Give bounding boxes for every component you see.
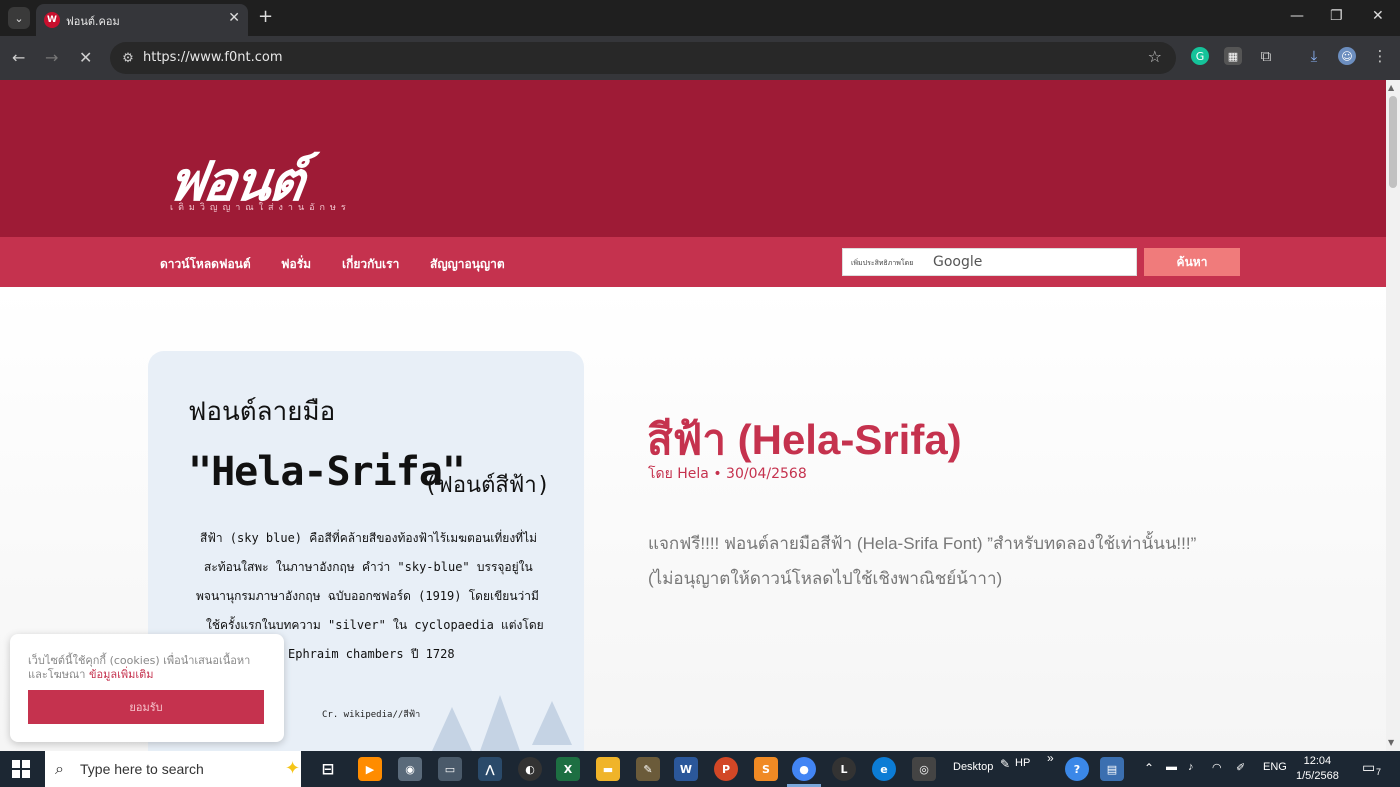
wifi-icon[interactable]: ◠	[1212, 761, 1222, 774]
clock-date: 1/5/2568	[1296, 770, 1339, 782]
help-icon[interactable]: ?	[1065, 757, 1089, 781]
url-text[interactable]: https://www.f0nt.com	[143, 50, 283, 65]
excel-icon[interactable]: X	[556, 757, 580, 781]
site-info-icon[interactable]: ⚙	[118, 48, 138, 68]
taskbar-clock[interactable]: 12:04 1/5/2568	[1296, 754, 1339, 784]
line-app-icon[interactable]: L	[832, 757, 856, 781]
task-view-icon[interactable]: ⊟	[316, 757, 340, 781]
snow-tree-decoration	[532, 701, 572, 745]
preview-font-thai: (ฟอนต์สีฟ้า)	[424, 473, 550, 498]
site-favicon-icon: W	[44, 12, 60, 28]
recorder-app-icon[interactable]: ◎	[912, 757, 936, 781]
taskbar-search-placeholder: Type here to search	[80, 761, 204, 777]
post-meta: โดย Hela • 30/04/2568	[648, 466, 807, 482]
notification-count: 7	[1376, 767, 1382, 777]
word-icon[interactable]: W	[674, 757, 698, 781]
browser-toolbar: ← → ✕ ⚙ https://www.f0nt.com ☆ G ▦ ⧉ ⤓ ☺…	[0, 36, 1400, 80]
preview-line-3: พจนานุกรมภาษาอังกฤษ ฉบับออกซฟอร์ด (1919)…	[196, 589, 539, 603]
media-player-icon[interactable]: ▶	[358, 757, 382, 781]
desktop-toolbar-label[interactable]: Desktop	[953, 761, 993, 773]
hp-pen-icon[interactable]: ✎	[1000, 757, 1010, 771]
page-scrollbar[interactable]: ▲ ▼	[1386, 80, 1400, 751]
preview-heading: ฟอนต์ลายมือ	[188, 397, 336, 427]
snow-tree-decoration	[432, 707, 472, 751]
preview-line-2: สะท้อนใสพะ ในภาษาอังกฤษ คำว่า "sky-blue"…	[204, 560, 533, 574]
scroll-down-icon[interactable]: ▼	[1388, 738, 1394, 747]
tab-strip: ⌄ W ฟอนต์.คอม ✕ + — ❐ ✕	[0, 0, 1400, 36]
obs-icon[interactable]: ◐	[518, 757, 542, 781]
browser-tab[interactable]: W ฟอนต์.คอม ✕	[36, 4, 248, 36]
cookie-banner: เว็บไซต์นี้ใช้คุกกี้ (cookies) เพื่อนำเส…	[10, 634, 284, 742]
restore-icon[interactable]: ❐	[1330, 8, 1343, 24]
scroll-up-icon[interactable]: ▲	[1388, 83, 1394, 92]
volume-icon[interactable]: ♪	[1188, 761, 1194, 773]
site-tagline: เติมวิญญาณใส่งานอักษร	[170, 203, 351, 213]
site-search-input[interactable]: เพิ่มประสิทธิภาพโดย Google	[842, 248, 1137, 276]
edge-icon[interactable]: e	[872, 757, 896, 781]
address-bar[interactable]: ⚙ https://www.f0nt.com ☆	[110, 42, 1176, 74]
nav-about[interactable]: เกี่ยวกับเรา	[342, 255, 399, 274]
post-excerpt: แจกฟรี!!!! ฟอนต์ลายมือสีฟ้า (Hela-Srifa …	[648, 534, 1197, 588]
site-header: ฟอนต์ เติมวิญญาณใส่งานอักษร	[0, 80, 1386, 237]
menu-kebab-icon[interactable]: ⋮	[1371, 47, 1389, 65]
pen-tray-icon[interactable]: ✐	[1236, 761, 1245, 774]
windows-start-icon[interactable]	[12, 760, 30, 778]
windows-taskbar: ⌕ Type here to search ✦ ⊟ ▶ ◉ ▭ ⋀ ◐ X ▬ …	[0, 751, 1400, 787]
tray-chevron-up-icon[interactable]: ⌃	[1144, 761, 1154, 775]
forward-icon[interactable]: →	[45, 48, 58, 67]
gimp-icon[interactable]: ✎	[636, 757, 660, 781]
bookmark-star-icon[interactable]: ☆	[1148, 47, 1162, 66]
language-indicator[interactable]: ENG	[1263, 761, 1287, 773]
tab-title: ฟอนต์.คอม	[66, 15, 120, 28]
preview-line-4: ใช้ครั้งแรกในบทความ "silver" ใน cyclopae…	[206, 618, 544, 632]
grammarly-icon[interactable]: G	[1191, 47, 1209, 65]
nav-download-fonts[interactable]: ดาวน์โหลดฟอนต์	[160, 255, 251, 274]
window-close-icon[interactable]: ✕	[1372, 8, 1384, 24]
google-brand: Google	[933, 254, 983, 270]
file-app-icon[interactable]: ▭	[438, 757, 462, 781]
taskbar-search-input[interactable]: ⌕ Type here to search ✦	[45, 751, 301, 787]
search-enhanced-label: เพิ่มประสิทธิภาพโดย	[851, 259, 914, 267]
file-explorer-icon[interactable]: ▬	[596, 757, 620, 781]
profile-avatar[interactable]: ☺	[1338, 47, 1356, 65]
snagit-icon[interactable]: S	[754, 757, 778, 781]
cookie-more-info-link[interactable]: ข้อมูลเพิ่มเติม	[89, 668, 154, 681]
back-icon[interactable]: ←	[12, 48, 25, 67]
tab-search-icon[interactable]: ⌄	[8, 7, 30, 29]
preview-line-5: Ephraim chambers ปี 1728	[288, 647, 455, 661]
battery-icon[interactable]: ▬	[1166, 761, 1177, 773]
minimize-icon[interactable]: —	[1290, 8, 1304, 24]
chrome-icon[interactable]: ●	[792, 757, 816, 781]
nav-license[interactable]: สัญญาอนุญาต	[430, 255, 505, 274]
camera-app-icon[interactable]: ◉	[398, 757, 422, 781]
stocks-app-icon[interactable]: ⋀	[478, 757, 502, 781]
scroll-thumb[interactable]	[1389, 96, 1397, 188]
search-icon: ⌕	[55, 759, 64, 778]
site-nav: ดาวน์โหลดฟอนต์ ฟอรั่ม เกี่ยวกับเรา สัญญา…	[0, 237, 1386, 287]
notification-icon[interactable]: ▭	[1362, 759, 1375, 776]
qr-extension-icon[interactable]: ▦	[1224, 47, 1242, 65]
preview-credit: Cr. wikipedia//สีฟ้า	[322, 710, 421, 720]
clock-time: 12:04	[1303, 755, 1332, 767]
cookie-accept-button[interactable]: ยอมรับ	[28, 690, 264, 724]
sparkle-icon[interactable]: ✦	[285, 758, 300, 779]
tab-close-icon[interactable]: ✕	[228, 10, 240, 26]
stop-loading-icon[interactable]: ✕	[79, 48, 92, 67]
powerpoint-icon[interactable]: P	[714, 757, 738, 781]
extensions-puzzle-icon[interactable]: ⧉	[1257, 47, 1275, 65]
document-app-icon[interactable]: ▤	[1100, 757, 1124, 781]
chevron-expand-icon[interactable]: »	[1047, 751, 1054, 765]
preview-line-1: สีฟ้า (sky blue) คือสีที่คล้ายสีของท้องฟ…	[200, 531, 538, 545]
snow-tree-decoration	[480, 695, 520, 751]
hp-label[interactable]: HP	[1015, 757, 1030, 769]
new-tab-button[interactable]: +	[258, 7, 273, 27]
nav-forum[interactable]: ฟอรั่ม	[281, 255, 311, 274]
download-icon[interactable]: ⤓	[1305, 47, 1323, 65]
site-search-button[interactable]: ค้นหา	[1144, 248, 1240, 276]
cookie-text: เว็บไซต์นี้ใช้คุกกี้ (cookies) เพื่อนำเส…	[28, 654, 268, 682]
